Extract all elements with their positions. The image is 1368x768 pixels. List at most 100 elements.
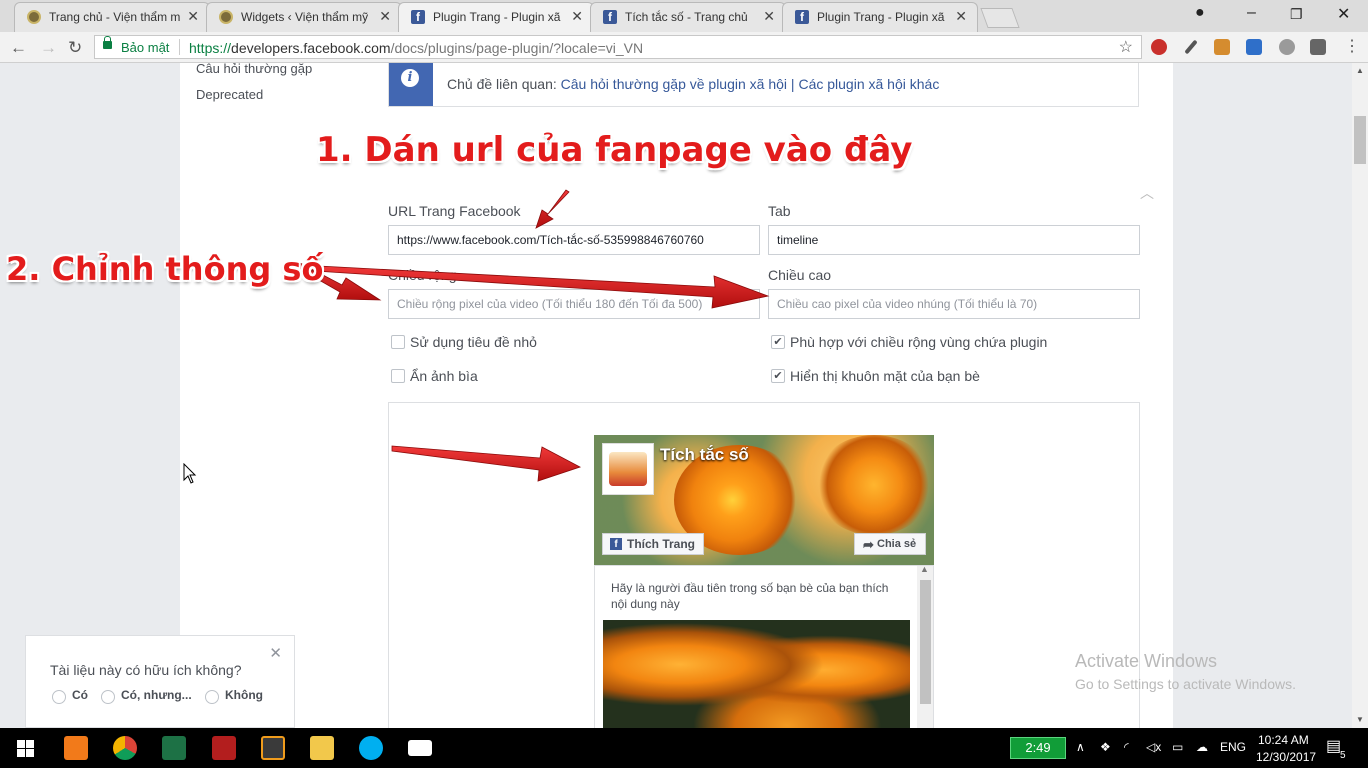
close-icon[interactable]: ✕ — [269, 644, 282, 662]
excel-icon[interactable] — [162, 736, 186, 760]
page-avatar[interactable] — [602, 443, 654, 495]
reload-icon[interactable]: ↻ — [68, 38, 82, 58]
cover-flower — [814, 435, 934, 535]
wifi-icon[interactable]: ◜ — [1124, 740, 1129, 754]
scroll-up-icon[interactable]: ▲ — [920, 564, 929, 574]
extension-icon[interactable] — [1151, 39, 1167, 55]
tab-trang-chu[interactable]: Trang chủ - Viện thẩm m ✕ — [14, 2, 210, 32]
link-separator: | — [790, 76, 795, 92]
clock-time[interactable]: 10:24 AM — [1258, 733, 1309, 747]
extension-icon[interactable] — [1246, 39, 1262, 55]
onedrive-icon[interactable]: ☁ — [1196, 740, 1208, 754]
other-social-plugins-link[interactable]: Các plugin xã hội khác — [798, 76, 939, 92]
facebook-url-input[interactable]: https://www.facebook.com/Tích-tắc-số-535… — [388, 225, 760, 255]
xampp-icon[interactable] — [64, 736, 88, 760]
chevron-up-icon[interactable]: ︿ — [1140, 183, 1154, 203]
height-input[interactable]: Chiều cao pixel của video nhúng (Tối thi… — [768, 289, 1140, 319]
close-icon[interactable]: ✕ — [379, 8, 391, 25]
height-field-label: Chiều cao — [768, 267, 832, 283]
file-explorer-icon[interactable] — [310, 736, 334, 760]
clock-date[interactable]: 12/30/2017 — [1256, 750, 1316, 764]
radio-yes-but-label: Có, nhưng... — [121, 688, 192, 702]
faq-social-plugins-link[interactable]: Câu hỏi thường gặp về plugin xã hội — [561, 76, 787, 92]
scroll-up-icon[interactable]: ▲ — [1356, 66, 1364, 75]
width-input[interactable]: Chiều rộng pixel của video (Tối thiểu 18… — [388, 289, 760, 319]
profile-icon[interactable]: ● — [1195, 4, 1205, 22]
tab-widgets[interactable]: Widgets ‹ Viện thẩm mỹ ✕ — [206, 2, 402, 32]
info-icon: i — [389, 63, 433, 106]
url-host: developers.facebook.com — [231, 40, 391, 56]
new-tab-button[interactable] — [980, 8, 1020, 28]
sidebar-item-faq[interactable]: Câu hỏi thường gặp — [196, 63, 312, 76]
adapt-width-checkbox[interactable]: ✔ — [771, 335, 785, 349]
action-center-icon[interactable]: ▤ — [1326, 736, 1341, 756]
divider — [179, 39, 180, 55]
close-icon[interactable]: ✕ — [955, 8, 967, 25]
close-icon[interactable]: ✕ — [571, 8, 583, 25]
minimize-icon[interactable]: – — [1247, 4, 1256, 22]
radio-yes-but[interactable] — [101, 690, 115, 704]
small-header-checkbox[interactable] — [391, 335, 405, 349]
filezilla-icon[interactable] — [212, 736, 236, 760]
scrollbar-thumb[interactable] — [1354, 116, 1366, 164]
mail-icon[interactable] — [408, 740, 432, 756]
radio-no-label: Không — [225, 688, 263, 702]
feedback-question: Tài liệu này có hữu ích không? — [50, 662, 242, 678]
like-page-button[interactable]: f Thích Trang — [602, 533, 704, 555]
chevron-up-icon[interactable]: ∧ — [1076, 740, 1085, 754]
back-arrow-icon[interactable]: ← — [10, 38, 27, 58]
url-text[interactable]: https://developers.facebook.com/docs/plu… — [189, 40, 643, 56]
tab-plugin-trang-active[interactable]: f Plugin Trang - Plugin xã ✕ — [398, 2, 594, 32]
language-indicator[interactable]: ENG — [1220, 740, 1246, 754]
post-image[interactable] — [603, 620, 910, 728]
dropbox-icon[interactable]: ❖ — [1100, 740, 1111, 754]
menu-dots-icon[interactable]: ⋮ — [1344, 36, 1360, 55]
tab-title: Plugin Trang - Plugin xã — [433, 10, 561, 24]
tab-input[interactable]: timeline — [768, 225, 1140, 255]
windows-taskbar: 2:49 ∧ ❖ ◜ ◁x ▭ ☁ ENG 10:24 AM 12/30/201… — [0, 728, 1368, 768]
radio-yes[interactable] — [52, 690, 66, 704]
battery-icon[interactable]: ▭ — [1172, 740, 1183, 754]
activate-windows-title: Activate Windows — [1075, 651, 1218, 671]
chrome-icon[interactable] — [113, 736, 137, 760]
skype-icon[interactable] — [359, 736, 383, 760]
battery-timer[interactable]: 2:49 — [1010, 737, 1066, 759]
sidebar-item-deprecated[interactable]: Deprecated — [196, 87, 263, 102]
page-name[interactable]: Tích tắc số — [660, 445, 749, 465]
site-icon — [27, 10, 41, 24]
activate-windows-subtitle: Go to Settings to activate Windows. — [1075, 676, 1296, 692]
url-protocol: https:// — [189, 40, 232, 56]
close-icon[interactable]: ✕ — [187, 8, 199, 25]
share-label: Chia sẻ — [877, 538, 917, 550]
restore-icon[interactable]: ❐ — [1290, 6, 1303, 23]
feed-scrollbar[interactable]: ▲ — [917, 564, 933, 728]
show-faces-checkbox[interactable]: ✔ — [771, 369, 785, 383]
address-bar[interactable]: Bảo mật https://developers.facebook.com/… — [94, 35, 1142, 59]
tab-tich-tac-so[interactable]: f Tích tắc số - Trang chủ ✕ — [590, 2, 786, 32]
close-icon[interactable]: ✕ — [763, 8, 775, 25]
window-close-icon[interactable]: ✕ — [1337, 4, 1350, 24]
share-button[interactable]: ➦ Chia sẻ — [854, 533, 926, 555]
extension-icon[interactable] — [1214, 39, 1230, 55]
width-field-label: Chiều rộng — [388, 267, 457, 283]
tab-plugin-trang-2[interactable]: f Plugin Trang - Plugin xã ✕ — [782, 2, 978, 32]
facebook-icon: f — [603, 10, 617, 24]
share-arrow-icon: ➦ — [863, 537, 874, 552]
extension-icon[interactable] — [1310, 39, 1326, 55]
scroll-down-icon[interactable]: ▼ — [1356, 715, 1364, 724]
mouse-cursor-icon — [183, 463, 197, 484]
small-header-label: Sử dụng tiêu đề nhỏ — [410, 334, 537, 350]
page-scrollbar[interactable]: ▲ ▼ — [1352, 63, 1368, 728]
hide-cover-label: Ẩn ảnh bìa — [410, 368, 478, 384]
extension-icon[interactable] — [1279, 39, 1295, 55]
sublime-text-icon[interactable] — [261, 736, 285, 760]
bookmark-star-icon[interactable]: ☆ — [1119, 37, 1133, 57]
forward-arrow-icon[interactable]: → — [40, 38, 57, 58]
volume-icon[interactable]: ◁x — [1146, 740, 1161, 754]
site-icon — [219, 10, 233, 24]
windows-start-icon[interactable] — [17, 740, 34, 757]
hide-cover-checkbox[interactable] — [391, 369, 405, 383]
facebook-icon: f — [411, 10, 425, 24]
facebook-icon: f — [795, 10, 809, 24]
radio-no[interactable] — [205, 690, 219, 704]
